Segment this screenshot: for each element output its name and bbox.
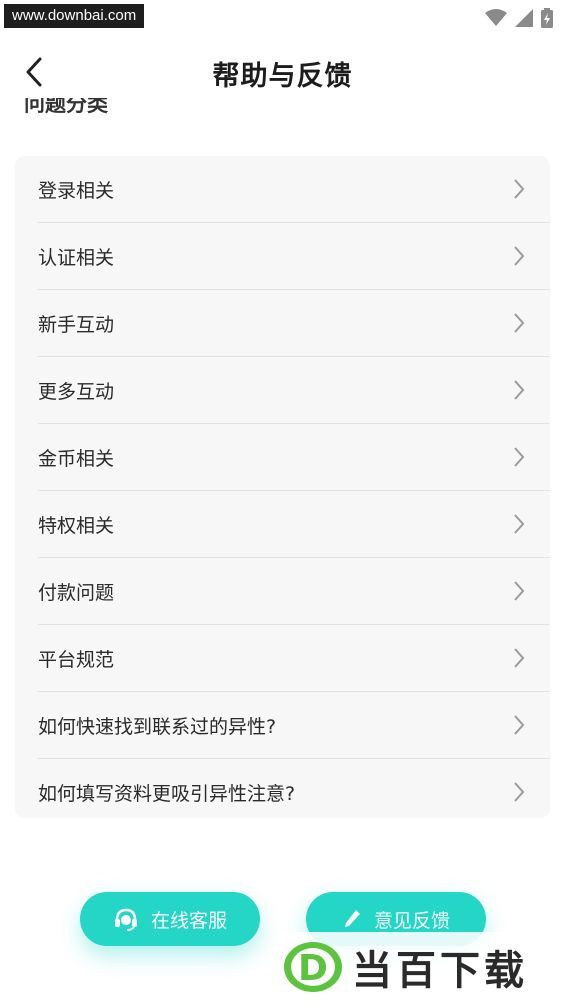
wifi-icon bbox=[485, 9, 507, 26]
faq-item-label: 如何填写资料更吸引异性注意? bbox=[38, 782, 296, 805]
bottom-actions: 在线客服 意见反馈 D 当百下载 bbox=[0, 870, 565, 1004]
chevron-right-icon bbox=[514, 380, 525, 400]
feedback-button-content: 意见反馈 bbox=[342, 906, 450, 933]
chevron-right-icon bbox=[514, 581, 525, 601]
status-bar: www.downbai.com bbox=[0, 0, 565, 34]
faq-item-label: 登录相关 bbox=[38, 179, 115, 202]
header: 帮助与反馈 bbox=[0, 40, 565, 106]
brand-text: 当百下载 bbox=[352, 948, 528, 994]
faq-item[interactable]: 付款问题 bbox=[38, 558, 550, 625]
faq-item[interactable]: 更多互动 bbox=[38, 357, 550, 424]
chevron-right-icon bbox=[514, 715, 525, 735]
faq-category-list: 登录相关 认证相关 新手互动 更多互动 金币相关 特权相关 付款问题 平台规范 … bbox=[15, 156, 550, 818]
faq-item-label: 更多互动 bbox=[38, 380, 115, 403]
chevron-right-icon bbox=[514, 447, 525, 467]
watermark-url: www.downbai.com bbox=[4, 4, 145, 28]
section-title: 问题分类 bbox=[24, 98, 108, 122]
faq-item-label: 如何快速找到联系过的异性? bbox=[38, 715, 277, 738]
faq-item-label: 平台规范 bbox=[38, 648, 115, 671]
chevron-right-icon bbox=[514, 648, 525, 668]
faq-item[interactable]: 如何填写资料更吸引异性注意? bbox=[38, 759, 550, 825]
online-service-button[interactable]: 在线客服 bbox=[80, 892, 260, 946]
faq-item-label: 付款问题 bbox=[38, 581, 115, 604]
faq-item[interactable]: 认证相关 bbox=[38, 223, 550, 290]
feedback-label: 意见反馈 bbox=[373, 909, 450, 932]
faq-item-label: 金币相关 bbox=[38, 447, 115, 470]
faq-item[interactable]: 特权相关 bbox=[38, 491, 550, 558]
chevron-right-icon bbox=[514, 782, 525, 802]
faq-item[interactable]: 登录相关 bbox=[38, 156, 550, 223]
online-service-label: 在线客服 bbox=[150, 909, 227, 932]
signal-icon bbox=[515, 9, 533, 27]
status-icons bbox=[485, 8, 553, 28]
chevron-right-icon bbox=[514, 179, 525, 199]
chevron-right-icon bbox=[514, 313, 525, 333]
faq-item[interactable]: 新手互动 bbox=[38, 290, 550, 357]
faq-item-label: 新手互动 bbox=[38, 313, 115, 336]
faq-item-label: 认证相关 bbox=[38, 246, 115, 269]
faq-item-label: 特权相关 bbox=[38, 514, 115, 537]
brand-mark-letter: D bbox=[298, 948, 328, 989]
chevron-right-icon bbox=[514, 246, 525, 266]
battery-icon bbox=[541, 8, 553, 28]
pen-icon bbox=[344, 910, 360, 927]
faq-item[interactable]: 如何快速找到联系过的异性? bbox=[38, 692, 550, 759]
faq-item[interactable]: 平台规范 bbox=[38, 625, 550, 692]
brand-watermark: D 当百下载 bbox=[278, 932, 565, 1002]
page-title: 帮助与反馈 bbox=[212, 61, 353, 92]
section-title-text: 问题分类 bbox=[24, 98, 108, 116]
faq-item[interactable]: 金币相关 bbox=[38, 424, 550, 491]
headset-icon bbox=[114, 908, 137, 931]
chevron-right-icon bbox=[514, 514, 525, 534]
brand-d-logo: D bbox=[284, 942, 342, 992]
